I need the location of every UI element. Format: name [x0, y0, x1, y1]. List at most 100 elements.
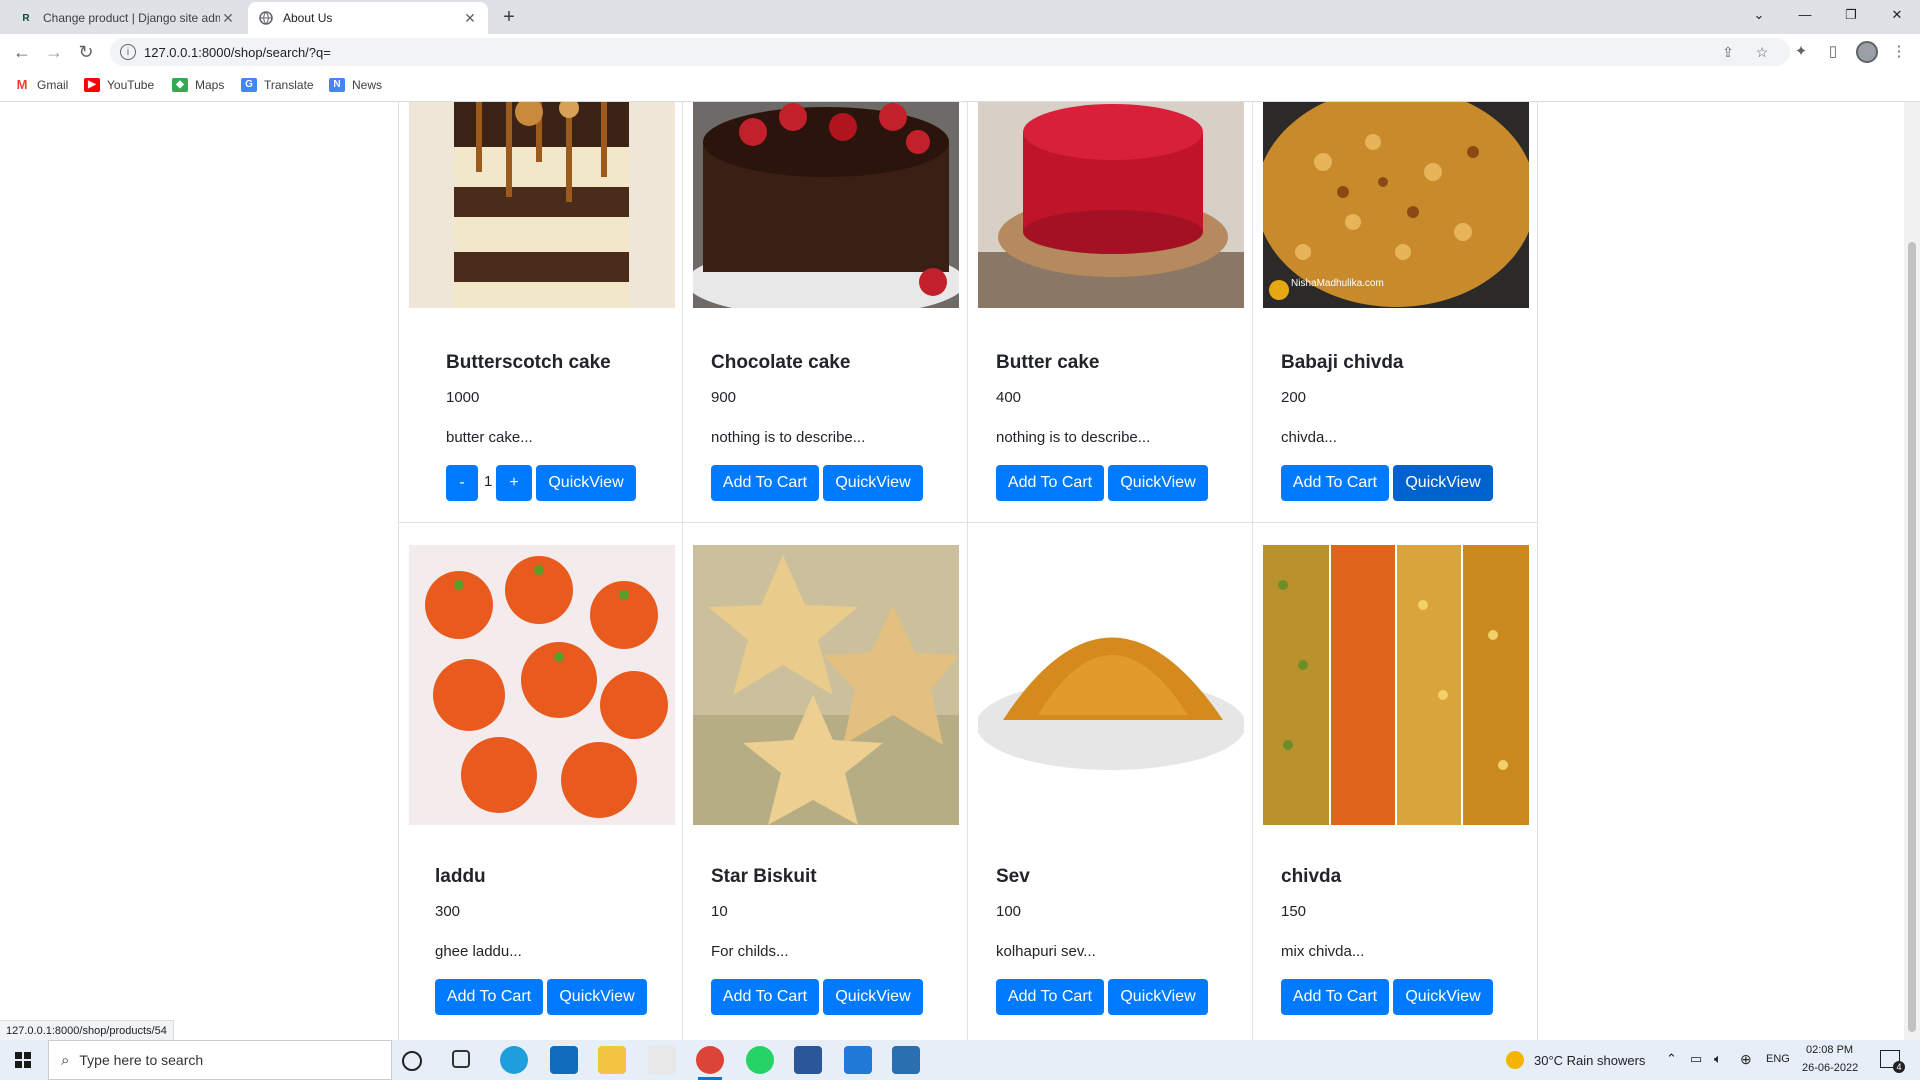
whatsapp-icon[interactable] [746, 1046, 774, 1074]
mail-icon[interactable] [550, 1046, 578, 1074]
bookmark-news[interactable]: N News [329, 78, 382, 92]
add-to-cart-button[interactable]: Add To Cart [996, 979, 1104, 1015]
address-bar[interactable]: i 127.0.0.1:8000/shop/search/?q= [110, 38, 1790, 66]
volume-icon[interactable]: 🔈︎ [1714, 1051, 1722, 1067]
word-icon[interactable] [794, 1046, 822, 1074]
bookmark-star-icon[interactable]: ☆ [1752, 42, 1772, 62]
windows-taskbar: ⌕ Type here to search 30°C Rain showers … [0, 1040, 1920, 1080]
mix-chivda-image[interactable] [1263, 545, 1529, 825]
product-name: Chocolate cake [711, 352, 851, 373]
tab-django-admin[interactable]: R Change product | Django site adm ✕ [8, 2, 246, 34]
bookmark-label: YouTube [107, 78, 155, 92]
quickview-button[interactable]: QuickView [823, 465, 923, 501]
file-explorer-icon[interactable] [598, 1046, 626, 1074]
butterscotch-cake-image[interactable] [409, 102, 675, 308]
chivda-image[interactable]: NishaMadhulika.com [1263, 102, 1529, 308]
quickview-button[interactable]: QuickView [547, 979, 647, 1015]
tab-strip: R Change product | Django site adm ✕ Abo… [0, 0, 1920, 34]
input-language[interactable]: ENG [1766, 1053, 1790, 1065]
tab-search-icon[interactable]: ⌄ [1736, 0, 1782, 30]
bookmark-youtube[interactable]: ▶ YouTube [84, 78, 154, 92]
site-info-icon[interactable]: i [120, 44, 136, 60]
maps-icon: ◆ [172, 78, 188, 92]
product-price: 300 [435, 903, 461, 920]
bookmark-label: Translate [264, 78, 314, 92]
product-price: 400 [996, 389, 1022, 406]
product-card: Butterscotch cake 1000 butter cake... - … [398, 102, 683, 523]
close-window-button[interactable]: ✕ [1874, 0, 1920, 30]
add-to-cart-button[interactable]: Add To Cart [435, 979, 543, 1015]
add-to-cart-button[interactable]: Add To Cart [1281, 465, 1389, 501]
side-panel-icon[interactable]: ▯ [1822, 41, 1844, 63]
restore-button[interactable]: ❐ [1828, 0, 1874, 30]
product-description: nothing is to describe... [996, 429, 1151, 446]
show-hidden-icons-icon[interactable]: ⌃ [1666, 1051, 1677, 1067]
add-to-cart-button[interactable]: Add To Cart [996, 465, 1104, 501]
product-price: 150 [1281, 903, 1307, 920]
forward-icon[interactable]: → [42, 40, 66, 64]
browser-toolbar: ← → ↻ i 127.0.0.1:8000/shop/search/?q= ⇪… [0, 34, 1920, 70]
app-icon[interactable] [648, 1046, 676, 1074]
star-biscuit-image[interactable] [693, 545, 959, 825]
new-tab-button[interactable]: + [498, 6, 520, 28]
quickview-button[interactable]: QuickView [823, 979, 923, 1015]
share-icon[interactable]: ⇪ [1718, 42, 1738, 62]
add-to-cart-button[interactable]: Add To Cart [711, 979, 819, 1015]
add-to-cart-button[interactable]: Add To Cart [1281, 979, 1389, 1015]
chrome-icon[interactable] [696, 1046, 724, 1074]
language-globe-icon[interactable]: ⊕ [1740, 1051, 1752, 1068]
vscode-icon[interactable] [844, 1046, 872, 1074]
tab-about-us[interactable]: About Us ✕ [248, 2, 488, 34]
bookmark-gmail[interactable]: M Gmail [14, 78, 68, 92]
sev-image[interactable] [978, 545, 1244, 825]
minimize-button[interactable]: — [1782, 0, 1828, 30]
quickview-button[interactable]: QuickView [1108, 465, 1208, 501]
page-scrollbar[interactable] [1904, 102, 1920, 1040]
product-description: butter cake... [446, 429, 533, 446]
menu-icon[interactable]: ⋮ [1888, 41, 1910, 63]
bookmarks-bar: M Gmail ▶ YouTube ◆ Maps G Translate N N… [0, 70, 1920, 102]
cortana-icon[interactable] [402, 1051, 422, 1071]
product-card: Sev 100 kolhapuri sev... Add To Cart Qui… [968, 523, 1253, 1040]
product-name: Butterscotch cake [446, 352, 611, 373]
search-placeholder: Type here to search [79, 1052, 204, 1068]
weather-icon[interactable] [1506, 1051, 1524, 1069]
reload-icon[interactable]: ↻ [74, 40, 98, 64]
edge-icon[interactable] [500, 1046, 528, 1074]
extensions-icon[interactable]: ✦ [1790, 41, 1812, 63]
task-view-icon[interactable] [452, 1050, 470, 1068]
translate-icon: G [241, 78, 257, 92]
clock-time[interactable]: 02:08 PM [1806, 1044, 1853, 1056]
butter-cake-image[interactable] [978, 102, 1244, 308]
news-icon: N [329, 78, 345, 92]
image-watermark: NishaMadhulika.com [1291, 278, 1384, 289]
close-icon[interactable]: ✕ [462, 10, 478, 27]
product-description: mix chivda... [1281, 943, 1365, 960]
product-card: Chocolate cake 900 nothing is to describ… [683, 102, 968, 523]
profile-avatar[interactable] [1856, 41, 1878, 63]
quickview-button[interactable]: QuickView [1108, 979, 1208, 1015]
quickview-button[interactable]: QuickView [1393, 979, 1493, 1015]
decrease-quantity-button[interactable]: - [446, 465, 478, 501]
bookmark-translate[interactable]: G Translate [241, 78, 314, 92]
scrollbar-thumb[interactable] [1908, 242, 1916, 1032]
product-name: Sev [996, 866, 1030, 887]
clock-date[interactable]: 26-06-2022 [1802, 1062, 1858, 1074]
close-icon[interactable]: ✕ [220, 10, 236, 27]
quickview-button[interactable]: QuickView [1393, 465, 1493, 501]
bookmark-maps[interactable]: ◆ Maps [172, 78, 224, 92]
weather-text[interactable]: 30°C Rain showers [1534, 1053, 1645, 1068]
add-to-cart-button[interactable]: Add To Cart [711, 465, 819, 501]
increase-quantity-button[interactable]: + [496, 465, 532, 501]
product-price: 100 [996, 903, 1022, 920]
taskbar-search-input[interactable]: ⌕ Type here to search [48, 1040, 392, 1080]
chocolate-cake-image[interactable] [693, 102, 959, 308]
back-icon[interactable]: ← [10, 40, 34, 64]
windows-start-icon[interactable] [0, 1040, 46, 1080]
product-description: kolhapuri sev... [996, 943, 1096, 960]
network-icon[interactable]: ▭ [1690, 1051, 1702, 1067]
product-card: Butter cake 400 nothing is to describe..… [968, 102, 1253, 523]
quickview-button[interactable]: QuickView [536, 465, 636, 501]
photos-icon[interactable] [892, 1046, 920, 1074]
laddu-image[interactable] [409, 545, 675, 825]
